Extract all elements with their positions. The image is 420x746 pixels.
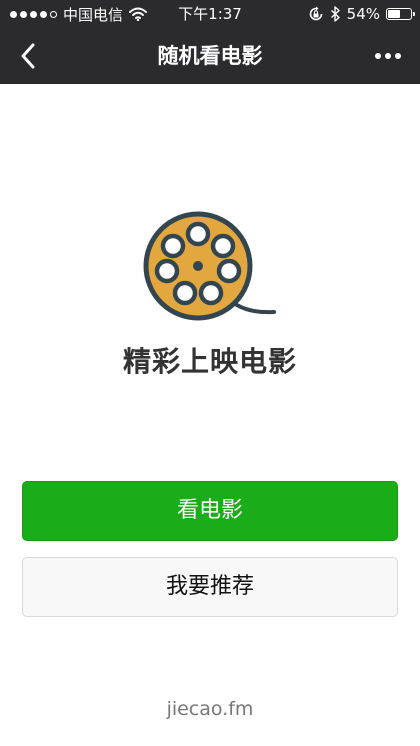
- orientation-lock-icon: [309, 6, 322, 21]
- bluetooth-icon: [330, 6, 340, 22]
- signal-dot: [10, 10, 17, 18]
- battery-icon: [386, 8, 415, 20]
- more-button[interactable]: [364, 36, 412, 76]
- chevron-left-icon: [21, 43, 35, 69]
- nav-bar: 随机看电影: [0, 28, 420, 84]
- film-reel-icon: [143, 211, 276, 321]
- more-dots-icon: [395, 53, 401, 59]
- watch-movie-button[interactable]: 看电影: [22, 481, 398, 541]
- signal-dot: [50, 10, 57, 18]
- more-dots-icon: [385, 53, 391, 59]
- battery-level-fill: [388, 10, 400, 18]
- status-right: 54%: [308, 0, 415, 28]
- recommend-button[interactable]: 我要推荐: [22, 557, 398, 617]
- carrier-name: 中国电信: [63, 5, 124, 24]
- wifi-icon: [129, 7, 148, 21]
- back-button[interactable]: [8, 36, 48, 76]
- signal-dot: [40, 10, 47, 18]
- footer-link: jiecao.fm: [166, 698, 254, 720]
- battery-percent: 54%: [346, 5, 380, 23]
- more-dots-icon: [375, 53, 381, 59]
- status-bar: 中国电信 下午1:37 54%: [0, 0, 420, 28]
- signal-strength-icon: [10, 10, 57, 18]
- signal-dot: [30, 10, 37, 18]
- page-title: 随机看电影: [157, 44, 263, 68]
- signal-dot: [20, 10, 27, 18]
- hero-title: 精彩上映电影: [122, 345, 297, 378]
- status-left: 中国电信: [10, 0, 148, 28]
